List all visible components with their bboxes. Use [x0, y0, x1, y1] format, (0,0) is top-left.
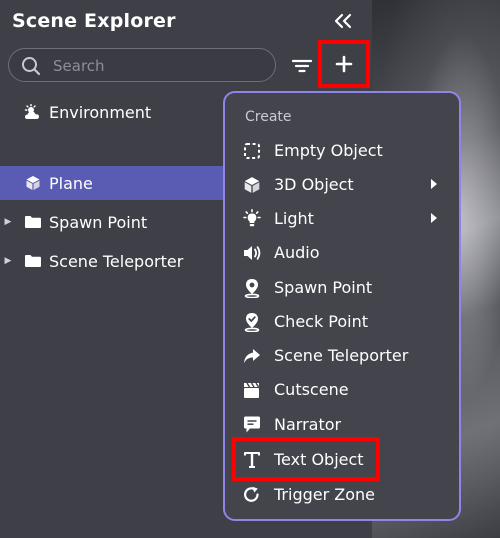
- filter-button[interactable]: [290, 54, 314, 78]
- cube-icon: [22, 174, 44, 192]
- check-pin-icon: [241, 312, 263, 332]
- environment-icon: [22, 103, 44, 121]
- search-input[interactable]: [51, 55, 265, 77]
- lightbulb-icon: [241, 209, 263, 229]
- menu-item-cutscene[interactable]: Cutscene: [225, 374, 459, 406]
- expand-arrow-icon[interactable]: ▶: [0, 256, 16, 266]
- chat-bubble-icon: [241, 415, 263, 435]
- collapse-panel-button[interactable]: [330, 8, 356, 34]
- menu-item-audio[interactable]: Audio: [225, 237, 459, 269]
- submenu-arrow-icon: [431, 213, 437, 223]
- menu-item-light[interactable]: Light: [225, 203, 459, 235]
- tree-item-label: Scene Teleporter: [49, 251, 184, 271]
- tree-item-label: Environment: [49, 102, 152, 122]
- tree-item-label: Plane: [49, 173, 93, 193]
- submenu-arrow-icon: [431, 179, 437, 189]
- share-arrow-icon: [241, 346, 263, 366]
- menu-item-trigger-zone[interactable]: Trigger Zone: [225, 479, 459, 511]
- add-object-button[interactable]: [318, 40, 370, 88]
- tree-item-label: Spawn Point: [49, 212, 148, 232]
- double-chevron-left-icon: [334, 13, 352, 29]
- menu-item-3d-object[interactable]: 3D Object: [225, 169, 459, 201]
- menu-header: Create: [245, 109, 292, 125]
- menu-item-check-point[interactable]: Check Point: [225, 306, 459, 338]
- folder-icon: [22, 252, 44, 270]
- clapperboard-icon: [241, 380, 263, 400]
- search-icon: [22, 57, 41, 76]
- filter-icon: [291, 59, 313, 73]
- cube-icon: [241, 175, 263, 195]
- expand-arrow-icon[interactable]: ▶: [0, 217, 16, 227]
- speaker-icon: [241, 243, 263, 263]
- search-box[interactable]: [8, 48, 276, 82]
- location-pin-icon: [241, 278, 263, 298]
- menu-item-empty-object[interactable]: Empty Object: [225, 135, 459, 167]
- dashed-square-icon: [241, 141, 263, 161]
- menu-item-scene-teleporter[interactable]: Scene Teleporter: [225, 340, 459, 372]
- menu-item-spawn-point[interactable]: Spawn Point: [225, 272, 459, 304]
- text-object-highlight-box: [232, 437, 380, 481]
- plus-icon: [335, 55, 353, 73]
- refresh-arrow-icon: [241, 485, 263, 505]
- folder-icon: [22, 213, 44, 231]
- panel-title: Scene Explorer: [12, 10, 176, 32]
